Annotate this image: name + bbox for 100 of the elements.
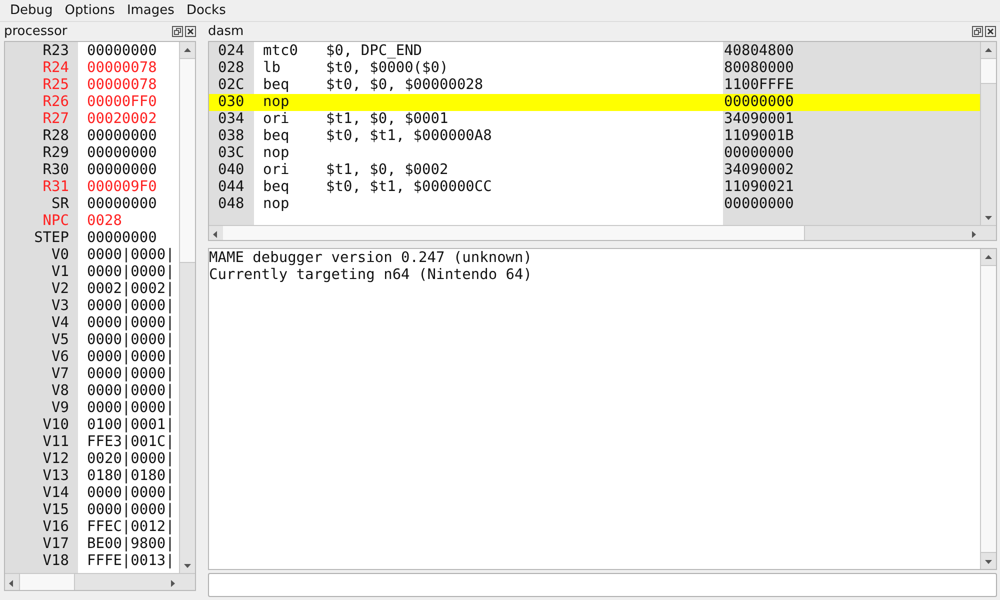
register-value: 00000FF0 [87,94,157,111]
address-cell-text: 024 [217,43,246,60]
scroll-up-icon[interactable] [983,46,994,54]
menu-item[interactable]: Options [64,0,115,20]
register-value: 00000078 [87,60,157,77]
register-name: R30 [42,162,69,179]
register-value: 0000|0000| [87,400,174,417]
scroll-up-icon[interactable] [983,252,994,262]
menu-item[interactable]: Images [126,0,174,20]
scroll-thumb[interactable] [180,58,195,263]
scroll-thumb[interactable] [223,226,805,240]
register-value: 00020002 [87,111,157,128]
console-line: MAME debugger version 0.247 (unknown) [209,250,534,267]
mnemonic-cell-text: ori [262,162,290,179]
address-cell-text: 034 [217,111,246,128]
scroll-up-icon[interactable] [182,46,193,54]
opcode-cell-text: 34090002 [723,162,794,179]
close-icon[interactable] [985,26,996,37]
register-name: V12 [42,451,69,468]
scroll-thumb[interactable] [19,574,75,590]
register-name: SR [50,196,69,213]
register-name: V13 [42,468,69,485]
address-cell-text: 048 [217,196,246,213]
register-name: R29 [42,145,69,162]
register-value: 00000000 [87,43,157,60]
scroll-thumb[interactable] [981,265,996,553]
register-value: 00000000 [87,162,157,179]
register-name: STEP [33,230,69,247]
float-icon[interactable] [172,26,183,37]
operands-cell-text: $t0, $0, $00000028 [325,77,484,94]
address-cell-text: 038 [217,128,246,145]
register-name: R23 [42,43,69,60]
register-value: 0000|0000| [87,349,174,366]
opcode-cell-text: 1100FFFE [723,77,794,94]
register-value: 0000|0000| [87,383,174,400]
register-value: FFFE|0013| [87,553,174,570]
operands-cell-text: $0, DPC_END [325,43,424,60]
register-name: V0 [50,247,69,264]
horizontal-scrollbar[interactable] [209,225,996,240]
mnemonic-cell-text: beq [262,77,290,94]
menu-item[interactable]: Docks [186,0,226,20]
mnemonic-cell-text: beq [262,128,290,145]
register-name: V9 [50,400,69,417]
opcode-cell-text: 40804800 [723,43,794,60]
register-value: 00000078 [87,77,157,94]
operands-cell-text: $t1, $0, $0002 [325,162,450,179]
register-name: V1 [50,264,69,281]
operands-cell-text: $t0, $t1, $000000CC [325,179,493,196]
register-value: 00000000 [87,145,157,162]
close-icon[interactable] [185,26,196,37]
panel-title: processor [4,22,68,41]
mnemonic-cell-text: mtc0 [262,43,299,60]
register-value: 00000000 [87,196,157,213]
address-cell-text: 028 [217,60,246,77]
operands-cell-text: $t0, $t1, $000000A8 [325,128,493,145]
opcode-cell-text: 00000000 [723,145,794,162]
operands-cell-text: $t0, $0000($0) [325,60,450,77]
register-name: V2 [50,281,69,298]
command-input[interactable] [208,573,997,597]
vertical-scrollbar[interactable] [980,249,996,569]
register-value: 0000|0000| [87,332,174,349]
vertical-scrollbar[interactable] [179,42,195,573]
register-name: R24 [42,60,69,77]
address-cell-text: 02C [217,77,246,94]
register-name: R28 [42,128,69,145]
register-name: V15 [42,502,69,519]
register-name: V17 [42,536,69,553]
menu-item[interactable]: Debug [10,0,53,20]
opcode-cell-text: 00000000 [723,196,794,213]
register-name: V16 [42,519,69,536]
opcode-cell-text: 80080000 [723,60,794,77]
scroll-thumb[interactable] [981,58,996,84]
address-cell-text: 030 [217,94,246,111]
mnemonic-cell-text: beq [262,179,290,196]
register-value: BE00|9800| [87,536,174,553]
register-value: FFEC|0012| [87,519,174,536]
register-name: V8 [50,383,69,400]
register-name: NPC [42,213,69,230]
register-value: 0000|0000| [87,264,174,281]
register-value: 00000000 [87,128,157,145]
register-name: V3 [50,298,69,315]
register-value: 0002|0002| [87,281,174,298]
register-name: V10 [42,417,69,434]
register-value: 0000|0000| [87,502,174,519]
horizontal-scrollbar[interactable] [5,573,195,590]
vertical-scrollbar[interactable] [980,42,996,225]
mnemonic-cell-text: nop [262,145,290,162]
address-cell-text: 044 [217,179,246,196]
register-name: V18 [42,553,69,570]
address-cell-text: 03C [217,145,246,162]
register-value: 000009F0 [87,179,157,196]
register-name: R27 [42,111,69,128]
register-value: 00000000 [87,230,157,247]
console-line: Currently targeting n64 (Nintendo 64) [209,267,534,284]
register-name: V7 [50,366,69,383]
opcode-cell-text: 00000000 [723,94,794,111]
float-icon[interactable] [972,26,983,37]
register-name: V4 [50,315,69,332]
panel-title: dasm [208,22,244,41]
register-name: R26 [42,94,69,111]
